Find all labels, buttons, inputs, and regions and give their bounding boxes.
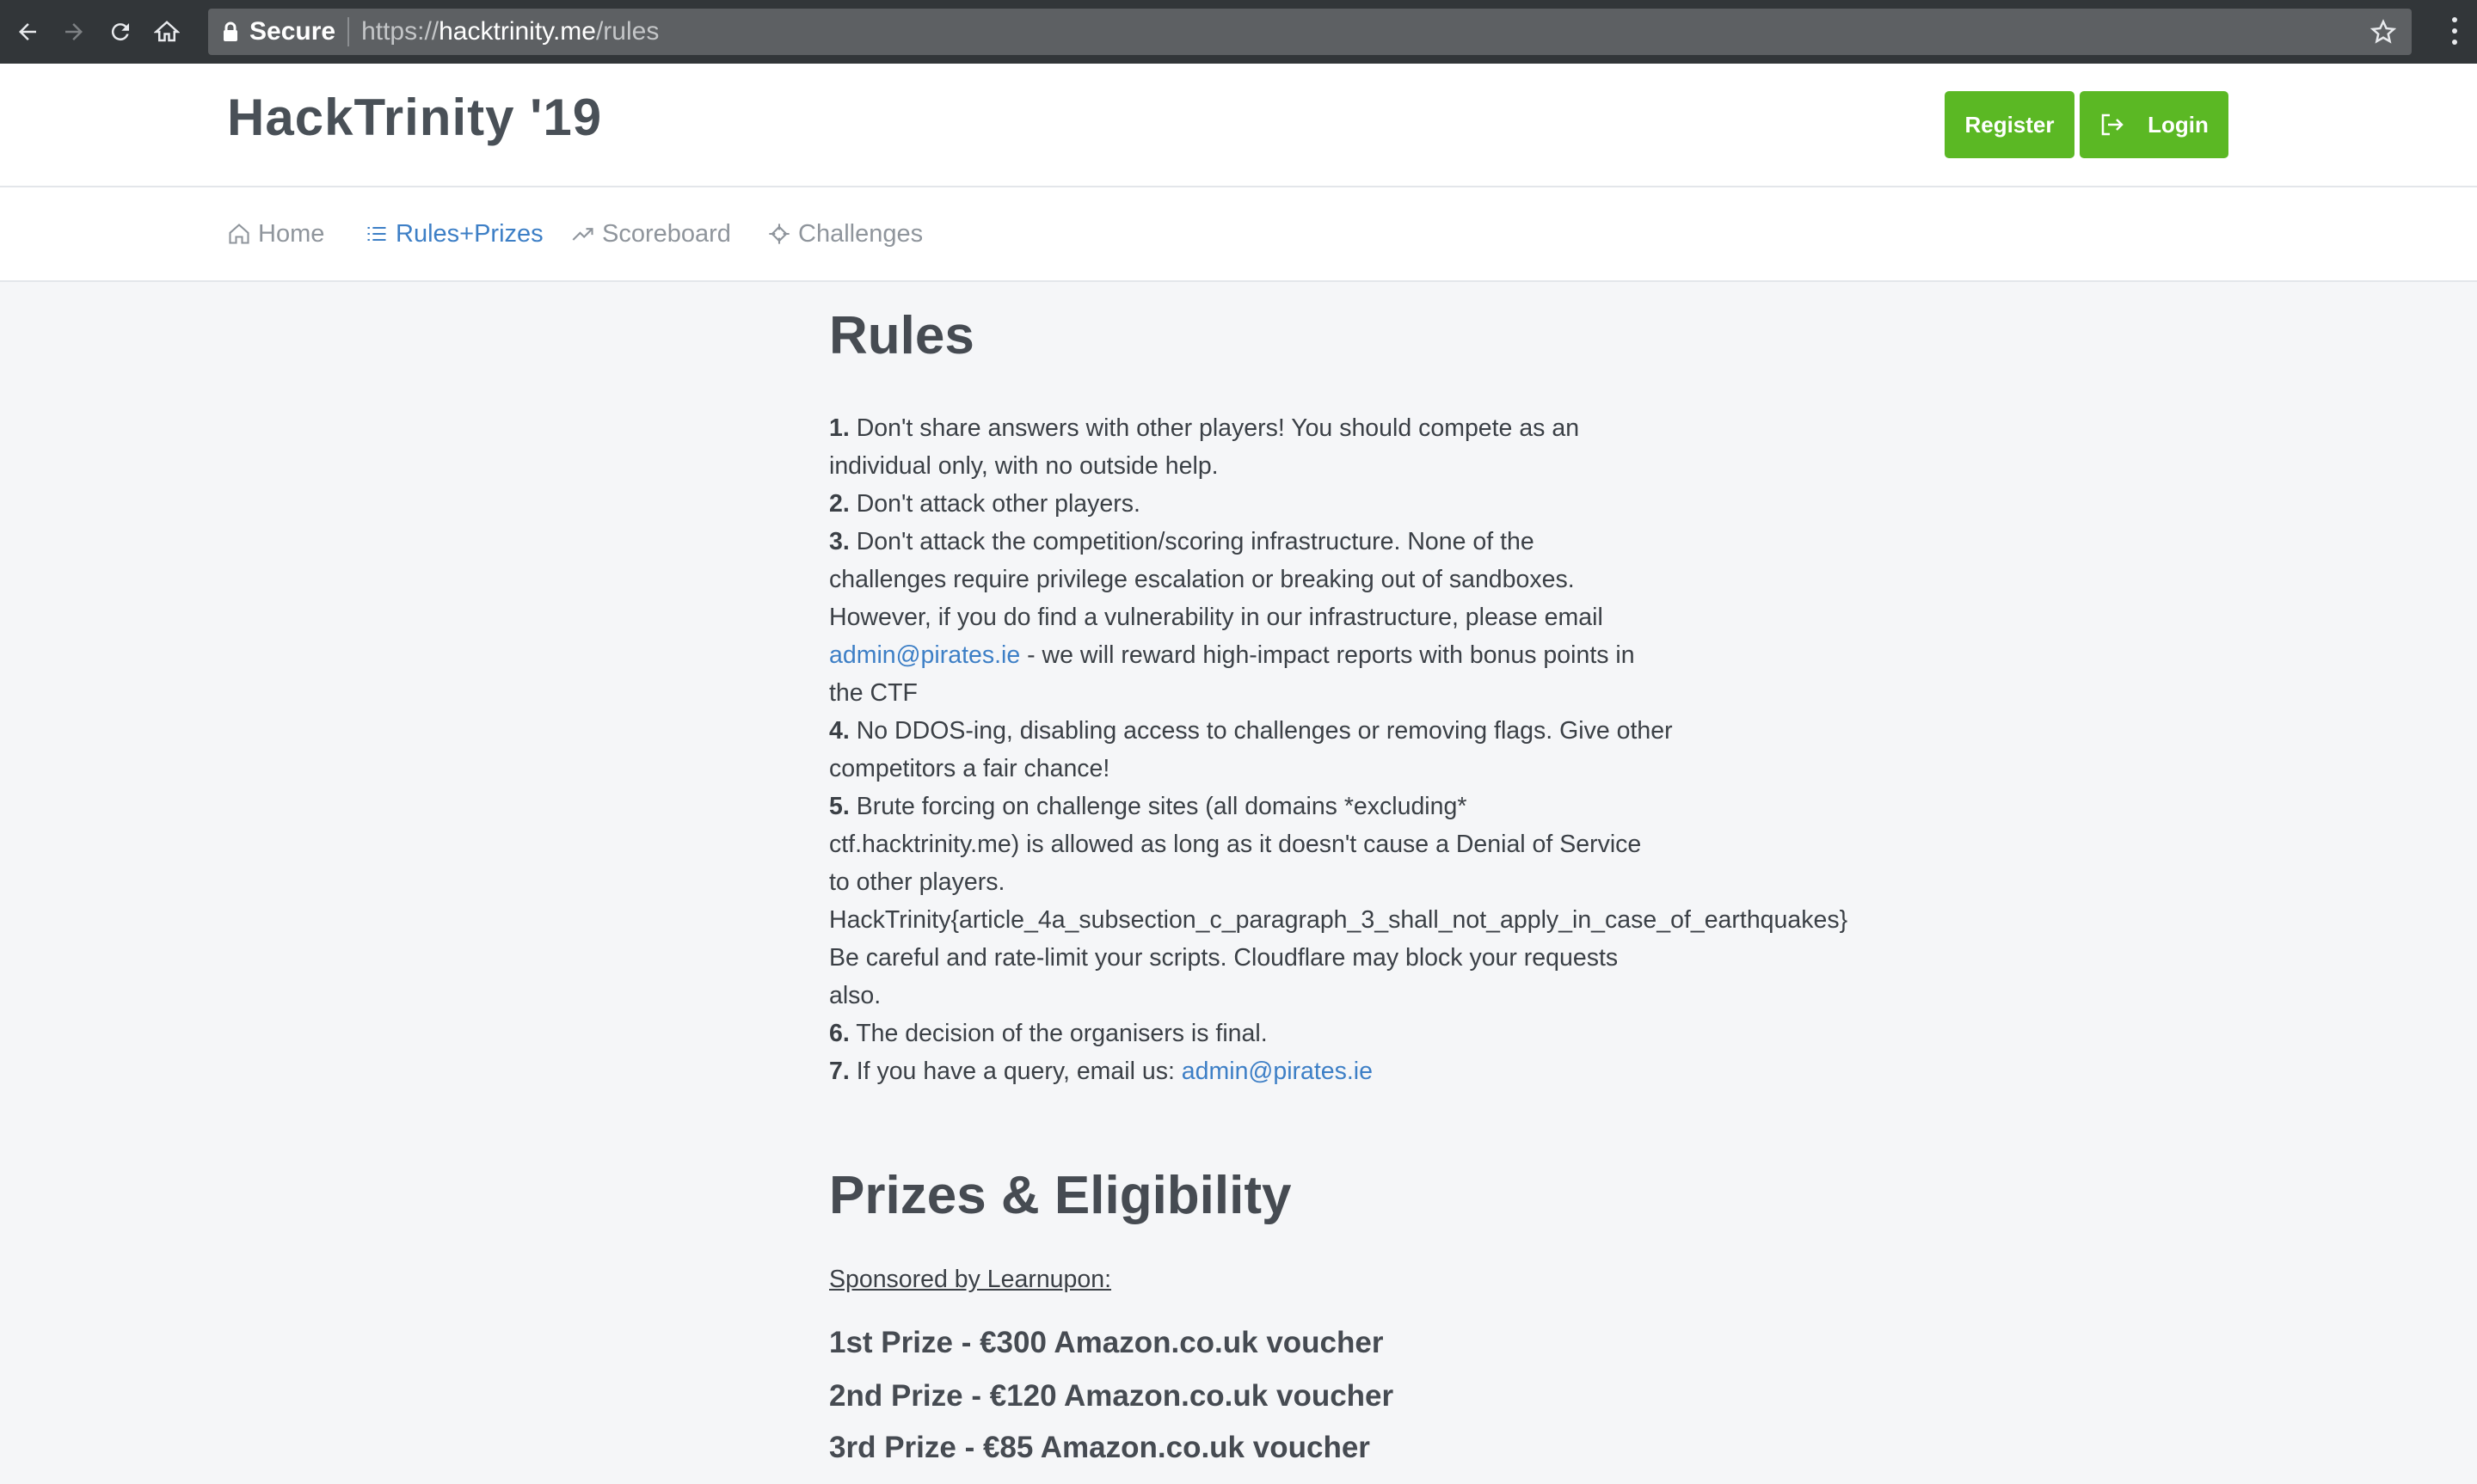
- main-nav: Home Rules+Prizes Scoreboard Challenges: [0, 187, 2477, 282]
- rule-number: 5.: [829, 793, 850, 820]
- rule-3-line-3: However, if you do find a vulnerability …: [829, 604, 1603, 631]
- address-bar[interactable]: Secure https://hacktrinity.me/rules: [208, 9, 2412, 55]
- rule-number: 4.: [829, 717, 850, 745]
- lock-icon: [224, 21, 237, 41]
- tab-rules-prizes[interactable]: Rules+Prizes: [365, 217, 544, 251]
- rule-number: 3.: [829, 528, 850, 555]
- rule-text: No DDOS-ing, disabling access to challen…: [856, 717, 1673, 745]
- rules-title: Rules: [829, 306, 974, 365]
- rules-section: Rules 1. Don't share answers with other …: [829, 310, 1904, 1090]
- secure-label: Secure: [249, 17, 336, 46]
- third-prize: 3rd Prize - €85 Amazon.co.uk voucher: [829, 1431, 1370, 1464]
- rule-1-line-2: individual only, with no outside help.: [829, 452, 1219, 480]
- tab-home[interactable]: Home: [227, 217, 324, 251]
- tab-rules-label: Rules+Prizes: [396, 219, 544, 248]
- rule-3-line-5: the CTF: [829, 679, 918, 707]
- address-separator: [347, 17, 350, 46]
- crosshair-icon: [769, 224, 790, 244]
- rule-5-line-3: to other players.: [829, 868, 1005, 896]
- rule-text: Brute forcing on challenge sites (all do…: [856, 793, 1467, 820]
- query-email-link[interactable]: admin@pirates.ie: [1182, 1058, 1373, 1085]
- sponsor-label: Sponsored by Learnupon:: [829, 1266, 1112, 1293]
- trending-up-icon: [572, 228, 593, 241]
- prizes-title: Prizes & Eligibility: [829, 1166, 1292, 1225]
- bookmark-star-icon[interactable]: [2370, 19, 2396, 45]
- tab-home-label: Home: [258, 219, 325, 248]
- rule-2: 2. Don't attack other players.: [829, 485, 1904, 523]
- login-button[interactable]: Login: [2080, 91, 2228, 158]
- rule-text: If you have a query, email us:: [856, 1058, 1182, 1085]
- rule-number: 2.: [829, 490, 850, 518]
- rule-5-flag: HackTrinity{article_4a_subsection_c_para…: [829, 906, 1848, 934]
- rule-number: 1.: [829, 414, 850, 442]
- rule-text: Don't attack the competition/scoring inf…: [856, 528, 1534, 555]
- url-host: hacktrinity.me: [439, 17, 596, 46]
- url-path: /rules: [595, 17, 660, 46]
- rule-3-line-1: 3. Don't attack the competition/scoring …: [829, 523, 1904, 561]
- site-header: HackTrinity '19 Register Login: [0, 64, 2477, 187]
- list-icon: [367, 226, 386, 242]
- rule-number: 6.: [829, 1020, 850, 1047]
- tab-challenges[interactable]: Challenges: [767, 217, 923, 251]
- sign-in-icon: [2101, 113, 2124, 136]
- rule-text: Don't share answers with other players! …: [856, 414, 1580, 442]
- rule-3-line-2: challenges require privilege escalation …: [829, 566, 1575, 593]
- second-prize: 2nd Prize - €120 Amazon.co.uk voucher: [829, 1379, 1394, 1413]
- rule-5-line-1: 5. Brute forcing on challenge sites (all…: [829, 788, 1904, 825]
- admin-email-link[interactable]: admin@pirates.ie: [829, 641, 1020, 669]
- house-icon: [229, 224, 249, 244]
- rule-4-line-1: 4. No DDOS-ing, disabling access to chal…: [829, 712, 1904, 750]
- tab-scoreboard[interactable]: Scoreboard: [571, 217, 731, 251]
- rule-text: The decision of the organisers is final.: [856, 1020, 1268, 1047]
- home-icon[interactable]: [148, 13, 186, 51]
- browser-menu-icon[interactable]: [2451, 15, 2458, 46]
- login-label: Login: [2148, 111, 2209, 138]
- rule-5-line-5: also.: [829, 982, 882, 1009]
- rule-text: - we will reward high-impact reports wit…: [1020, 641, 1635, 669]
- register-button[interactable]: Register: [1945, 91, 2074, 158]
- back-icon[interactable]: [9, 13, 46, 51]
- reload-icon[interactable]: [101, 13, 139, 51]
- tab-scoreboard-label: Scoreboard: [602, 219, 731, 248]
- url-text: https://hacktrinity.me/rules: [361, 17, 659, 46]
- first-prize: 1st Prize - €300 Amazon.co.uk voucher: [829, 1326, 1384, 1359]
- rule-number: 7.: [829, 1058, 850, 1085]
- rule-5-line-4: Be careful and rate-limit your scripts. …: [829, 944, 1619, 972]
- tab-challenges-label: Challenges: [798, 219, 924, 248]
- rules-list: 1. Don't share answers with other player…: [829, 409, 1904, 1090]
- url-scheme: https://: [361, 17, 439, 46]
- rule-text: Don't attack other players.: [856, 490, 1140, 518]
- rule-3-line-4: admin@pirates.ie - we will reward high-i…: [829, 636, 1904, 674]
- rule-7: 7. If you have a query, email us: admin@…: [829, 1052, 1904, 1090]
- rule-5-line-2: ctf.hacktrinity.me) is allowed as long a…: [829, 831, 1642, 858]
- rule-6: 6. The decision of the organisers is fin…: [829, 1015, 1904, 1052]
- rule-4-line-2: competitors a fair chance!: [829, 755, 1110, 782]
- forward-icon[interactable]: [55, 13, 93, 51]
- rule-1-line-1: 1. Don't share answers with other player…: [829, 409, 1904, 447]
- site-brand[interactable]: HackTrinity '19: [227, 88, 602, 147]
- browser-toolbar: Secure https://hacktrinity.me/rules: [0, 0, 2477, 64]
